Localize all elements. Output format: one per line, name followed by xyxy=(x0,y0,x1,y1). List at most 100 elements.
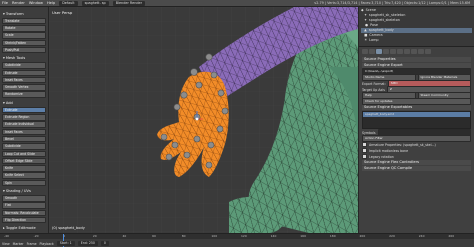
render-engine-selector[interactable]: Blender Render xyxy=(112,0,145,6)
menu-file[interactable]: File xyxy=(2,1,8,5)
panel-add-header[interactable]: ▾ Add xyxy=(2,100,46,106)
check-row[interactable]: Armature Properties: (spaghett_sk_skel..… xyxy=(362,142,471,147)
knife-select-button[interactable]: Knife Select xyxy=(2,172,46,179)
modifiers-tab-icon[interactable] xyxy=(404,49,410,54)
subdivide-button[interactable]: Subdivide xyxy=(2,62,46,69)
checkbox[interactable] xyxy=(362,154,367,159)
exportables-list[interactable]: spaghett_body.smd xyxy=(362,111,471,129)
tool-shelf: ▾ Transform Translate Rotate Scale Shrink… xyxy=(0,7,49,233)
check-updates-button[interactable]: Check for updates xyxy=(362,98,471,105)
smooth-vertex-button[interactable]: Smooth Vertex xyxy=(2,84,46,91)
extrude-region-button[interactable]: Extrude Region xyxy=(2,114,46,121)
exportable-item[interactable]: spaghett_body.smd xyxy=(363,112,470,117)
extrude-button[interactable]: Extrude xyxy=(2,106,46,114)
outliner-row[interactable]: ☀ Lamp xyxy=(361,38,472,43)
flip-direction-button[interactable]: Flip Direction xyxy=(2,216,46,224)
timeline-frame-label: 40 xyxy=(122,234,127,238)
collapse-icon: ▸ xyxy=(3,226,5,231)
collapse-icon: ▾ xyxy=(3,189,5,194)
recalculate-normals-button[interactable]: Normals: Recalculate xyxy=(2,209,46,217)
outliner: ◆ Scene ✦ spaghett_sk_skeleton ✦ spaghett_s… xyxy=(359,7,474,47)
timeline-frame-label: 120 xyxy=(241,234,247,238)
smooth-button[interactable]: Smooth xyxy=(2,195,46,202)
timeline-frame-label: 260 xyxy=(448,234,455,238)
scene-stats: v2.79 | Verts:3,714/3,714 | Faces:3,710 … xyxy=(314,1,470,5)
timeline-frame-label: 80 xyxy=(181,234,186,238)
section-flex-controllers[interactable]: Source Engine Flex Controllers xyxy=(362,160,471,165)
menu-help[interactable]: Help xyxy=(47,1,55,5)
timeline-frame-label: 140 xyxy=(270,234,277,238)
inset-faces-button[interactable]: Inset Faces xyxy=(2,128,46,136)
texture-tab-icon[interactable] xyxy=(425,49,431,54)
section-source-properties[interactable]: Source Properties xyxy=(362,57,471,62)
timeline-ruler[interactable]: -40-200204060801001201401601802002202402… xyxy=(0,234,474,239)
knife-button[interactable]: Knife xyxy=(2,165,46,172)
check-row[interactable]: Implicit motionless bone xyxy=(362,148,471,153)
section-qc-compile[interactable]: Source Engine QC Compile xyxy=(362,166,471,171)
bevel-button[interactable]: Bevel xyxy=(2,135,46,143)
timeline-frame-label: 240 xyxy=(418,234,425,238)
timeline-menu-playback[interactable]: Playback xyxy=(40,242,54,246)
constraints-tab-icon[interactable] xyxy=(397,49,403,54)
loop-cut-button[interactable]: Loop Cut and Slide xyxy=(2,150,46,158)
scale-button[interactable]: Scale xyxy=(2,32,46,39)
studio-row: Studio Name Ignore Blender Materials xyxy=(362,74,471,81)
render-tab-icon[interactable] xyxy=(362,49,368,54)
end-frame-field[interactable]: End: 250 xyxy=(77,241,98,246)
current-frame-field[interactable]: 0 xyxy=(100,241,109,246)
symbols-row: Symbols xyxy=(362,129,471,136)
menu-render[interactable]: Render xyxy=(12,1,25,5)
push-pull-button[interactable]: Push/Pull xyxy=(2,46,46,54)
timeline-menu-view[interactable]: View xyxy=(2,242,10,246)
object-tab-icon[interactable] xyxy=(390,49,396,54)
timeline-menu-marker[interactable]: Marker xyxy=(13,242,24,246)
randomize-button[interactable]: Randomize xyxy=(2,91,46,98)
check-row[interactable]: Legacy rotation xyxy=(362,154,471,159)
inset-faces-button[interactable]: Inset Faces xyxy=(2,76,46,84)
export-format-row: Export Format: SMD xyxy=(362,80,471,87)
extrude-button[interactable]: Extrude xyxy=(2,69,46,77)
checkbox[interactable] xyxy=(362,142,367,147)
start-frame-field[interactable]: Start: 1 xyxy=(56,241,75,246)
timeline-frame-label: -20 xyxy=(33,234,39,238)
target-axis-row: Target Up Axis Z xyxy=(362,86,471,93)
panel-transform-header[interactable]: ▾ Transform xyxy=(2,11,46,17)
panel-toggle-editmode[interactable]: ▸ Toggle Editmode xyxy=(2,225,46,231)
extrude-individual-button[interactable]: Extrude Individual xyxy=(2,121,46,128)
properties-content: Source Properties Source Engine Export C… xyxy=(359,47,474,172)
offset-edge-slide-button[interactable]: Offset Edge Slide xyxy=(2,157,46,165)
collapse-icon: ▾ xyxy=(3,12,5,16)
property-tabs xyxy=(362,49,471,55)
symbols-label: Symbols xyxy=(362,130,376,135)
panel-mesh-tools-header[interactable]: ▾ Mesh Tools xyxy=(2,55,46,61)
action-filter-field[interactable]: Action Filter xyxy=(362,135,471,142)
timeline-frame-label: -40 xyxy=(4,234,9,238)
collapse-icon: ▾ xyxy=(3,100,5,105)
collapse-icon: ▾ xyxy=(3,56,5,61)
spin-button[interactable]: Spin xyxy=(2,179,46,187)
section-exportables[interactable]: Source Engine Exportables xyxy=(362,105,471,110)
scene-selector[interactable]: spaghett. sp xyxy=(81,0,109,6)
timeline-frame-label: 220 xyxy=(389,234,395,238)
scene-tab-icon[interactable] xyxy=(376,49,382,54)
panel-shading-header[interactable]: ▾ Shading / UVs xyxy=(2,188,46,194)
world-tab-icon[interactable] xyxy=(383,49,389,54)
checkbox[interactable] xyxy=(362,148,367,153)
section-source-engine-export[interactable]: Source Engine Export xyxy=(362,63,471,68)
timeline[interactable]: -40 -20 020 40 60 80 100 120 140 160 180 200 220 240 2… xyxy=(0,233,474,247)
subdivide-button[interactable]: Subdivide xyxy=(2,143,46,150)
3d-viewport[interactable]: User Persp (0) spaghett_body xyxy=(49,7,358,233)
timeline-frame-label: 200 xyxy=(359,234,366,238)
render-layers-tab-icon[interactable] xyxy=(369,49,375,54)
shrink-fatten-button[interactable]: Shrink/Fatten xyxy=(2,39,46,47)
timeline-menu-frame[interactable]: Frame xyxy=(27,242,37,246)
layout-selector[interactable]: Default xyxy=(59,0,78,6)
viewport-scene[interactable] xyxy=(49,7,358,233)
timeline-frame-label: 100 xyxy=(211,234,218,238)
data-tab-icon[interactable] xyxy=(411,49,417,54)
rotate-button[interactable]: Rotate xyxy=(2,25,46,32)
menu-window[interactable]: Window xyxy=(29,1,43,5)
translate-button[interactable]: Translate xyxy=(2,17,46,25)
flat-button[interactable]: Flat xyxy=(2,202,46,209)
material-tab-icon[interactable] xyxy=(418,49,424,54)
